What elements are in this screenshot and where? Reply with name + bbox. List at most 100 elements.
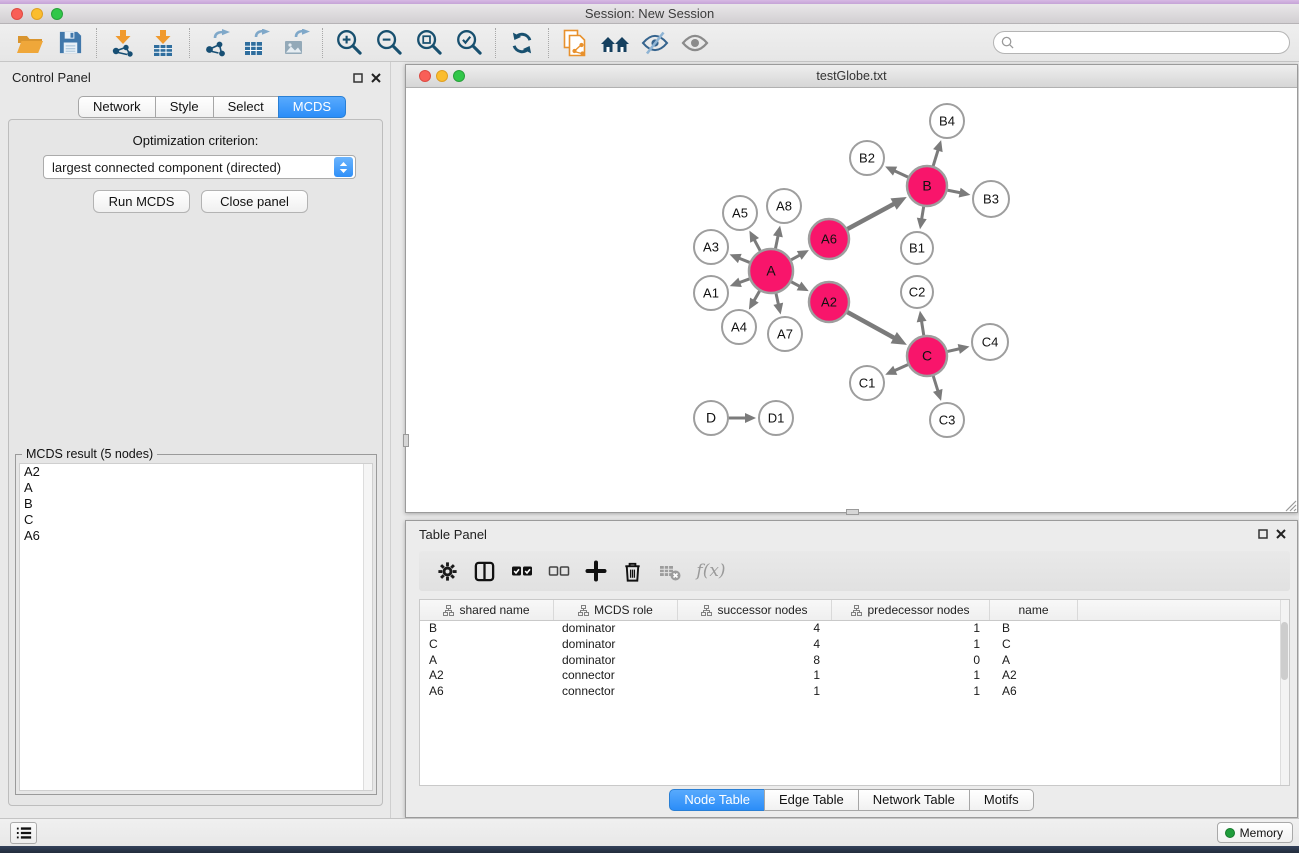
zoom-fit-content-button[interactable] <box>409 26 449 60</box>
toggle-graphics-details-button[interactable] <box>635 26 675 60</box>
edge-A-A8[interactable] <box>775 234 778 249</box>
select-all-rows-button[interactable] <box>503 554 540 588</box>
table-cell[interactable]: 4 <box>678 621 832 637</box>
deselect-all-rows-button[interactable] <box>540 554 577 588</box>
resize-grip-left[interactable] <box>403 434 409 447</box>
tab-style[interactable]: Style <box>155 96 214 118</box>
status-menu-button[interactable] <box>10 822 37 844</box>
edge-B-B1[interactable] <box>921 206 923 221</box>
column-header-predecessor-nodes[interactable]: predecessor nodes <box>832 600 990 620</box>
table-row[interactable]: Bdominator41B <box>420 621 1289 637</box>
table-scrollbar[interactable] <box>1280 600 1289 785</box>
open-ndex-home-button[interactable] <box>595 26 635 60</box>
edge-B-B2[interactable] <box>893 170 909 177</box>
tab-network[interactable]: Network <box>78 96 156 118</box>
search-input[interactable] <box>1018 34 1289 52</box>
edge-C-C3[interactable] <box>933 375 938 392</box>
table-cell[interactable]: A <box>420 653 554 669</box>
edge-C-C2[interactable] <box>921 320 924 337</box>
table-cell[interactable]: 1 <box>832 621 990 637</box>
memory-button[interactable]: Memory <box>1217 822 1293 843</box>
new-network-from-selection-button[interactable] <box>555 26 595 60</box>
table-row[interactable]: A6connector11A6 <box>420 684 1289 700</box>
table-cell[interactable]: A2 <box>990 668 1078 684</box>
import-table-from-file-button[interactable] <box>143 26 183 60</box>
run-mcds-button[interactable]: Run MCDS <box>93 190 190 213</box>
column-header-shared-name[interactable]: shared name <box>420 600 554 620</box>
table-cell[interactable]: connector <box>554 684 678 700</box>
edge-A2-C[interactable] <box>847 312 896 339</box>
mcds-result-item[interactable]: A <box>20 480 372 496</box>
float-panel-icon[interactable] <box>352 72 364 84</box>
tab-edge-table[interactable]: Edge Table <box>764 789 859 811</box>
criterion-select[interactable]: largest connected component (directed) <box>43 155 356 179</box>
edge-C-C4[interactable] <box>947 349 961 352</box>
float-table-panel-icon[interactable] <box>1257 528 1269 540</box>
table-cell[interactable]: A <box>990 653 1078 669</box>
edge-C-C1[interactable] <box>893 364 908 371</box>
table-cell[interactable]: A2 <box>420 668 554 684</box>
export-image-button[interactable] <box>276 26 316 60</box>
delete-column-button[interactable] <box>614 554 651 588</box>
table-cell[interactable]: A6 <box>990 684 1078 700</box>
resize-grip-bottom[interactable] <box>846 509 859 515</box>
table-cell[interactable]: C <box>990 637 1078 653</box>
table-cell[interactable]: dominator <box>554 653 678 669</box>
table-row[interactable]: Cdominator41C <box>420 637 1289 653</box>
close-panel-icon[interactable] <box>370 72 382 84</box>
table-row[interactable]: A2connector11A2 <box>420 668 1289 684</box>
table-cell[interactable]: 1 <box>832 668 990 684</box>
edge-A-A5[interactable] <box>754 239 761 252</box>
column-header-successor-nodes[interactable]: successor nodes <box>678 600 832 620</box>
close-table-panel-icon[interactable] <box>1275 528 1287 540</box>
tab-mcds[interactable]: MCDS <box>278 96 346 118</box>
table-cell[interactable]: 1 <box>832 684 990 700</box>
edge-B-B3[interactable] <box>947 190 962 193</box>
table-options-button[interactable] <box>429 554 466 588</box>
list-scrollbar[interactable] <box>363 464 372 790</box>
column-header-mcds-role[interactable]: MCDS role <box>554 600 678 620</box>
table-cell[interactable]: B <box>420 621 554 637</box>
table-row[interactable]: Adominator80A <box>420 653 1289 669</box>
table-cell[interactable]: 1 <box>678 668 832 684</box>
tab-network-table[interactable]: Network Table <box>858 789 970 811</box>
zoom-out-button[interactable] <box>369 26 409 60</box>
table-cell[interactable]: dominator <box>554 621 678 637</box>
tab-node-table[interactable]: Node Table <box>669 789 765 811</box>
column-header-name[interactable]: name <box>990 600 1078 620</box>
network-window-titlebar[interactable]: testGlobe.txt <box>406 65 1297 88</box>
table-cell[interactable]: 0 <box>832 653 990 669</box>
mcds-result-item[interactable]: C <box>20 512 372 528</box>
mcds-result-item[interactable]: A6 <box>20 528 372 544</box>
zoom-selected-button[interactable] <box>449 26 489 60</box>
show-hide-eye-button[interactable] <box>675 26 715 60</box>
table-cell[interactable]: A6 <box>420 684 554 700</box>
table-cell[interactable]: 8 <box>678 653 832 669</box>
network-canvas[interactable]: B4B2BB3A8A5A6A3B1AA1C2A2A4A7C4CC1C3DD1 <box>406 88 1297 512</box>
table-cell[interactable]: 4 <box>678 637 832 653</box>
mcds-result-item[interactable]: B <box>20 496 372 512</box>
mcds-result-item[interactable]: A2 <box>20 464 372 480</box>
tab-select[interactable]: Select <box>213 96 279 118</box>
table-cell[interactable]: connector <box>554 668 678 684</box>
edge-A-A3[interactable] <box>738 258 751 263</box>
network-graph[interactable]: B4B2BB3A8A5A6A3B1AA1C2A2A4A7C4CC1C3DD1 <box>406 88 1297 512</box>
zoom-in-button[interactable] <box>329 26 369 60</box>
export-table-button[interactable] <box>236 26 276 60</box>
edge-B-B4[interactable] <box>933 149 939 167</box>
add-column-button[interactable] <box>577 554 614 588</box>
export-network-button[interactable] <box>196 26 236 60</box>
search-box[interactable] <box>993 31 1290 54</box>
close-panel-button[interactable]: Close panel <box>201 190 308 213</box>
column-visibility-button[interactable] <box>466 554 503 588</box>
table-cell[interactable]: dominator <box>554 637 678 653</box>
table-cell[interactable]: 1 <box>832 637 990 653</box>
table-cell[interactable]: B <box>990 621 1078 637</box>
edge-A-A7[interactable] <box>776 292 779 305</box>
edge-A-A4[interactable] <box>753 290 760 302</box>
delete-table-button[interactable] <box>651 554 688 588</box>
save-session-button[interactable] <box>50 26 90 60</box>
table-cell[interactable]: C <box>420 637 554 653</box>
apply-preferred-layout-button[interactable] <box>502 26 542 60</box>
import-network-from-file-button[interactable] <box>103 26 143 60</box>
